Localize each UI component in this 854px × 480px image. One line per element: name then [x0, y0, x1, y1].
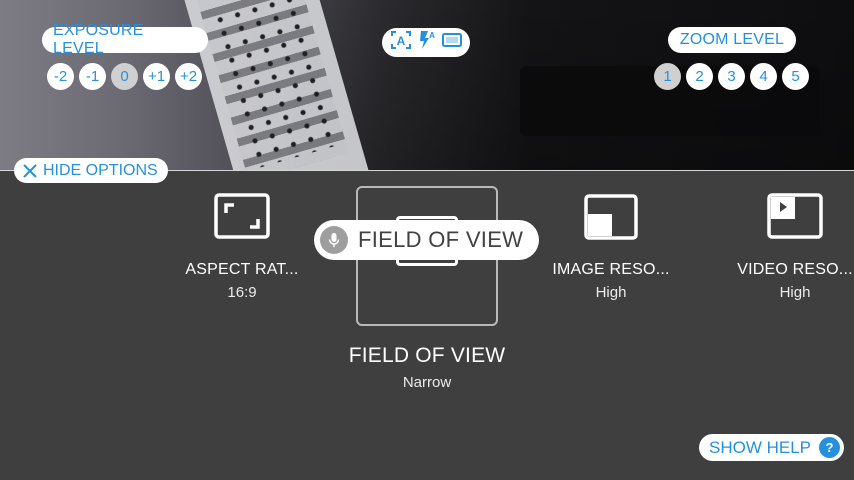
- exposure-option-selected[interactable]: 0: [111, 63, 138, 90]
- image-resolution-icon: [584, 194, 638, 245]
- auto-focus-icon: A: [390, 30, 412, 55]
- setting-title: IMAGE RESO...: [552, 261, 670, 278]
- setting-value: 16:9: [227, 284, 257, 301]
- setting-title: VIDEO RESO...: [737, 261, 853, 278]
- show-help-button[interactable]: SHOW HELP ?: [699, 434, 845, 461]
- voice-command-tooltip: FIELD OF VIEW: [314, 220, 539, 260]
- viewfinder-device-keys: [209, 0, 341, 170]
- close-icon: [22, 163, 38, 179]
- setting-value: Narrow: [402, 374, 452, 391]
- camera-status-icons[interactable]: A A: [382, 28, 470, 57]
- exposure-option[interactable]: -2: [47, 63, 74, 90]
- hide-options-label: HIDE OPTIONS: [43, 161, 158, 179]
- svg-text:A: A: [397, 34, 406, 48]
- show-help-label: SHOW HELP: [709, 437, 812, 457]
- flash-auto-icon: A: [418, 30, 436, 55]
- zoom-option[interactable]: 3: [718, 63, 745, 90]
- setting-title-focused: FIELD OF VIEW: [348, 344, 506, 367]
- help-icon: ?: [819, 437, 841, 458]
- exposure-option[interactable]: -1: [79, 63, 106, 90]
- exposure-level-label[interactable]: EXPOSURE LEVEL: [42, 22, 208, 57]
- video-resolution-icon: [767, 193, 823, 244]
- zoom-option[interactable]: 4: [750, 63, 777, 90]
- aspect-frame-icon: [442, 32, 462, 53]
- setting-value: High: [595, 284, 627, 301]
- exposure-option[interactable]: +2: [175, 63, 202, 90]
- zoom-option[interactable]: 2: [686, 63, 713, 90]
- svg-text:A: A: [429, 31, 435, 40]
- zoom-option-selected[interactable]: 1: [654, 63, 681, 90]
- microphone-icon: [320, 226, 348, 254]
- aspect-ratio-icon: [214, 193, 270, 244]
- hide-options-button[interactable]: HIDE OPTIONS: [14, 158, 168, 183]
- zoom-level-label[interactable]: ZOOM LEVEL: [668, 27, 796, 53]
- exposure-option[interactable]: +1: [143, 63, 170, 90]
- setting-title: ASPECT RAT...: [185, 261, 299, 278]
- setting-value: High: [779, 284, 811, 301]
- voice-command-text: FIELD OF VIEW: [358, 227, 524, 252]
- zoom-option[interactable]: 5: [782, 63, 809, 90]
